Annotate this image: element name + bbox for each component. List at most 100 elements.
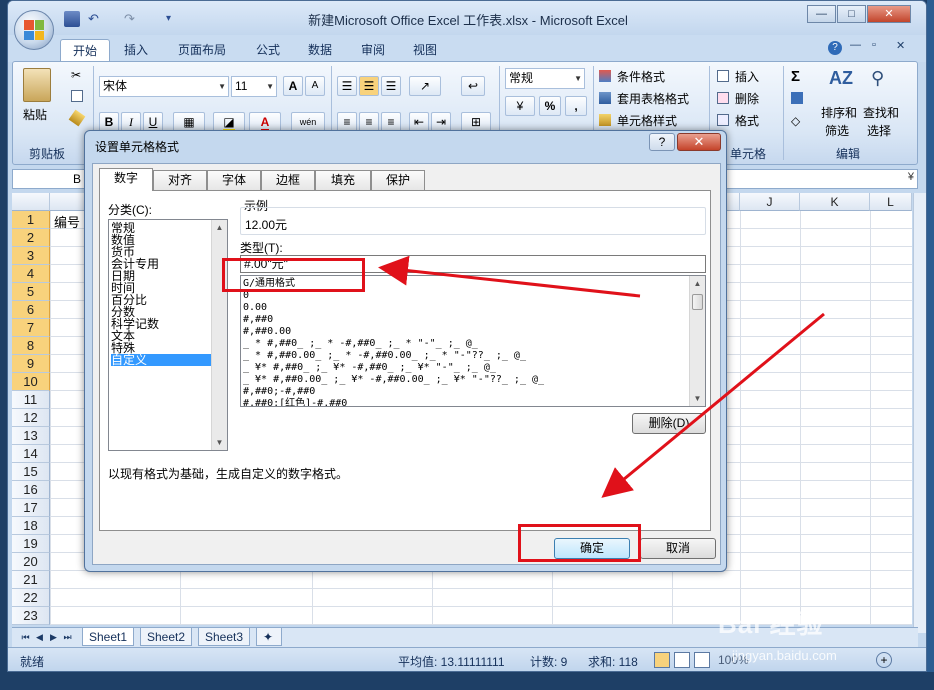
tab-border[interactable]: 边框 [261, 170, 315, 190]
align-top-button[interactable]: ☰ [337, 76, 357, 96]
fill-icon[interactable] [791, 92, 803, 104]
row-header[interactable]: 20 [12, 553, 50, 571]
row-header[interactable]: 8 [12, 337, 50, 355]
row-header[interactable]: 4 [12, 265, 50, 283]
merge-center-button[interactable]: ⊞ [461, 112, 491, 132]
row-header[interactable]: 2 [12, 229, 50, 247]
help-icon[interactable]: ? [828, 41, 842, 55]
column-header[interactable]: J [740, 193, 800, 211]
cell-styles-button[interactable]: 单元格样式 [617, 112, 677, 129]
font-size-combo[interactable]: 11 ▼ [231, 76, 277, 97]
vertical-scrollbar[interactable] [913, 193, 926, 633]
tab-data[interactable]: 数据 [296, 39, 344, 62]
cut-icon[interactable]: ✂ [71, 68, 81, 82]
scroll-up-icon[interactable]: ▲ [212, 220, 227, 235]
row-header[interactable]: 9 [12, 355, 50, 373]
select-all-corner[interactable] [12, 193, 50, 211]
sheet-tab-2[interactable]: Sheet2 [140, 628, 193, 646]
number-format-combo[interactable]: 常规 ▼ [505, 68, 585, 89]
row-header[interactable]: 5 [12, 283, 50, 301]
italic-button[interactable]: I [121, 112, 141, 132]
delete-button[interactable]: 删除 [735, 90, 759, 107]
tab-alignment[interactable]: 对齐 [153, 170, 207, 190]
row-header[interactable]: 14 [12, 445, 50, 463]
scroll-down-icon[interactable]: ▼ [690, 391, 705, 406]
format-scrollbar[interactable]: ▲ ▼ [689, 276, 705, 406]
ribbon-minimize-icon[interactable]: — [850, 39, 861, 51]
tab-fill[interactable]: 填充 [315, 170, 371, 190]
column-header[interactable]: L [870, 193, 912, 211]
tab-insert[interactable]: 插入 [112, 39, 160, 62]
row-header[interactable]: 19 [12, 535, 50, 553]
align-right-button[interactable]: ≡ [381, 112, 401, 132]
customize-qat-icon[interactable]: ▾ [166, 11, 182, 27]
format-item[interactable]: #,##0.00 [243, 326, 291, 338]
redo-icon[interactable]: ↷ [124, 11, 140, 27]
fill-color-button[interactable]: ◪ [213, 112, 245, 132]
format-item[interactable]: #,##0;-#,##0 [243, 386, 315, 398]
ribbon-restore-icon[interactable]: ▫ [872, 39, 876, 51]
percent-button[interactable]: % [539, 96, 561, 116]
comma-button[interactable]: , [565, 96, 587, 116]
tab-protection[interactable]: 保护 [371, 170, 425, 190]
row-header[interactable]: 21 [12, 571, 50, 589]
format-item[interactable]: _ ¥* #,##0.00_ ;_ ¥* -#,##0.00_ ;_ ¥* "-… [243, 374, 544, 386]
category-item[interactable]: 自定义 [111, 354, 211, 366]
copy-icon[interactable] [71, 90, 83, 102]
align-left-button[interactable]: ≡ [337, 112, 357, 132]
row-header[interactable]: 7 [12, 319, 50, 337]
clear-icon[interactable]: ◇ [791, 114, 800, 128]
row-header[interactable]: 11 [12, 391, 50, 409]
shrink-font-button[interactable]: A [305, 76, 325, 96]
filter-label[interactable]: 筛选 [825, 122, 849, 139]
format-list[interactable]: ▲ ▼ G/通用格式 0 0.00 #,##0 #,##0.00 _ * #,##0_ ;… [240, 275, 706, 407]
scroll-down-icon[interactable]: ▼ [212, 435, 227, 450]
minimize-button[interactable]: — [807, 5, 836, 23]
page-break-view-icon[interactable] [694, 652, 710, 668]
close-button[interactable]: ✕ [867, 5, 911, 23]
column-header[interactable]: K [800, 193, 870, 211]
row-header[interactable]: 23 [12, 607, 50, 625]
align-middle-button[interactable]: ☰ [359, 76, 379, 96]
font-color-button[interactable]: A [249, 112, 281, 132]
increase-indent-button[interactable]: ⇥ [431, 112, 451, 132]
format-item[interactable]: #,##0;[红色]-#,##0 [243, 398, 347, 406]
category-list[interactable]: ▲ ▼ 常规 数值 货币 会计专用 日期 时间 百分比 分数 科学记数 文本 特殊 自定义 [108, 219, 228, 451]
row-header[interactable]: 1 [12, 211, 50, 229]
save-icon[interactable] [64, 11, 80, 27]
tab-review[interactable]: 审阅 [349, 39, 397, 62]
cancel-button[interactable]: 取消 [640, 538, 716, 559]
format-item[interactable]: #,##0 [243, 314, 273, 326]
next-sheet-icon[interactable]: ▶ [48, 631, 59, 643]
font-name-combo[interactable]: 宋体 ▼ [99, 76, 229, 97]
zoom-in-icon[interactable]: + [876, 652, 892, 668]
insert-button[interactable]: 插入 [735, 68, 759, 85]
decrease-indent-button[interactable]: ⇤ [409, 112, 429, 132]
find-label[interactable]: 查找和 [863, 104, 899, 121]
maximize-button[interactable]: □ [837, 5, 866, 23]
cell-a1[interactable]: 编号 [54, 212, 80, 231]
row-header[interactable]: 6 [12, 301, 50, 319]
tab-number[interactable]: 数字 [99, 168, 153, 191]
paste-icon[interactable] [23, 68, 51, 102]
tab-font[interactable]: 字体 [207, 170, 261, 190]
delete-format-button[interactable]: 删除(D) [632, 413, 706, 434]
tab-view[interactable]: 视图 [401, 39, 449, 62]
bold-button[interactable]: B [99, 112, 119, 132]
grow-font-button[interactable]: A [283, 76, 303, 96]
phonetic-button[interactable]: wén [291, 112, 325, 132]
sort-label[interactable]: 排序和 [821, 104, 857, 121]
first-sheet-icon[interactable]: ⏮ [20, 631, 31, 643]
scroll-thumb[interactable] [692, 294, 703, 310]
dialog-help-button[interactable]: ? [649, 133, 675, 151]
ribbon-close-icon[interactable]: ✕ [896, 39, 905, 52]
insert-sheet-icon[interactable]: ✦ [256, 628, 282, 646]
sheet-tab-1[interactable]: Sheet1 [82, 628, 135, 646]
tab-formulas[interactable]: 公式 [244, 39, 292, 62]
format-item[interactable]: 0.00 [243, 302, 267, 314]
tab-page-layout[interactable]: 页面布局 [166, 39, 238, 62]
conditional-format-button[interactable]: 条件格式 [617, 68, 665, 85]
row-header[interactable]: 15 [12, 463, 50, 481]
align-bottom-button[interactable]: ☰ [381, 76, 401, 96]
page-layout-view-icon[interactable] [674, 652, 690, 668]
